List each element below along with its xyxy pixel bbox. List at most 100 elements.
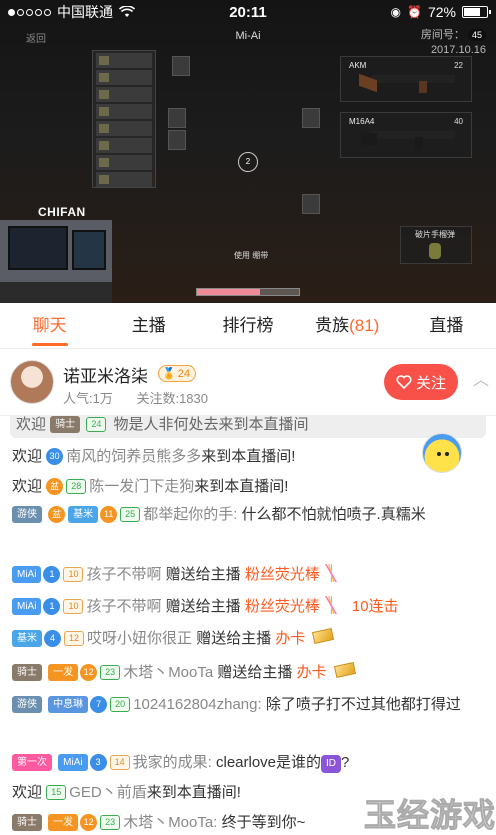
username[interactable]: 陈一发门下走狗 bbox=[89, 478, 194, 495]
gift-name: 办卡 bbox=[296, 664, 327, 681]
event-pikachu-icon[interactable] bbox=[422, 433, 462, 473]
user-level-badge: 盆 bbox=[46, 478, 64, 495]
bandage-hint: 使用 绷带 bbox=[234, 251, 269, 260]
username[interactable]: 我家的成果: bbox=[133, 754, 212, 771]
tab-nobility[interactable]: 贵族(81) bbox=[298, 303, 397, 349]
fan-badge: 25 bbox=[120, 507, 141, 522]
club-badge: 一发 bbox=[48, 664, 79, 681]
weapon-name: AKM bbox=[349, 61, 367, 70]
game-inventory-panel bbox=[92, 50, 156, 188]
tab-label: 排行榜 bbox=[222, 315, 274, 335]
username[interactable]: GED丶前盾 bbox=[69, 784, 147, 801]
health-bar bbox=[196, 288, 300, 296]
gift-name: 粉丝荧光棒 bbox=[244, 566, 320, 583]
room-info: 房间号： 45 2017.10.16 bbox=[421, 28, 486, 58]
weapon-ammo: 22 bbox=[454, 61, 463, 70]
club-level: 1 bbox=[43, 598, 61, 615]
tab-chat[interactable]: 聊天 bbox=[0, 303, 99, 349]
inventory-item bbox=[96, 87, 152, 102]
tab-ranking[interactable]: 排行榜 bbox=[198, 303, 297, 349]
club-badge: 中息琳 bbox=[48, 696, 89, 713]
grenade-name: 破片手榴弹 bbox=[415, 230, 455, 239]
club-badge: 基米 bbox=[68, 506, 99, 523]
inventory-item bbox=[96, 138, 152, 153]
noble-badge: 骑士 bbox=[12, 664, 42, 681]
tab-label: 贵族 bbox=[315, 315, 350, 335]
club-level: 4 bbox=[44, 630, 61, 647]
chat-message[interactable]: 欢迎 盆 28 陈一发门下走狗来到本直播间! bbox=[12, 474, 488, 500]
username[interactable]: 1024162804zhang: bbox=[133, 696, 261, 713]
chat-message[interactable]: 游侠 中息琳 7 20 1024162804zhang: 除了喷子打不过其他都打得过 bbox=[12, 692, 488, 718]
username[interactable]: 哎呀小妞你很正 bbox=[87, 630, 192, 647]
weapon-name: M16A4 bbox=[349, 117, 375, 126]
chat-message[interactable]: 第一次 MiAi 3 14 我家的成果: clearlove是谁的 ID? bbox=[12, 750, 488, 776]
fan-badge: 15 bbox=[46, 785, 67, 800]
anchor-avatar[interactable] bbox=[10, 360, 54, 404]
live-video-player[interactable]: 中国联通 20:11 ◉ ⏰ 72% 返回 Mi-Ai 房间号： 45 2017… bbox=[0, 0, 496, 303]
grenade-icon bbox=[429, 243, 441, 259]
inventory-item bbox=[96, 155, 152, 170]
club-level: 1 bbox=[43, 566, 61, 583]
pinned-welcome: 欢迎 骑士 24 物是人非何处去来到本直播间 bbox=[10, 416, 486, 438]
gift-name: 粉丝荧光棒 bbox=[244, 598, 320, 615]
username[interactable]: 木塔丶MooTa bbox=[123, 664, 213, 681]
welcome-prefix: 欢迎 bbox=[12, 448, 43, 465]
follower-count: 关注数:1830 bbox=[136, 391, 209, 406]
username[interactable]: 木塔丶MooTa: bbox=[123, 814, 217, 831]
desk-image bbox=[0, 282, 112, 303]
gear-slot bbox=[172, 56, 190, 76]
chat-message[interactable]: 基米 4 12 哎呀小妞你很正 赠送给主播 办卡 bbox=[12, 626, 488, 652]
chat-message[interactable]: 游侠 盆基米 11 25 都举起你的手: 什么都不怕就怕喷子.真糯米 bbox=[12, 502, 488, 528]
gift-action: 赠送给主播 bbox=[165, 566, 241, 583]
club-badge: 一发 bbox=[48, 814, 79, 831]
chat-message[interactable]: MiAi 1 10 孩子不带啊 赠送给主播 粉丝荧光棒 bbox=[12, 562, 488, 588]
anchor-level-badge: 🏅 24 bbox=[158, 365, 196, 382]
grenade-slot: 破片手榴弹 bbox=[400, 226, 472, 264]
message-text: 来到本直播间! bbox=[146, 784, 241, 801]
inventory-item bbox=[96, 53, 152, 68]
message-text: clearlove是谁的 bbox=[215, 754, 322, 771]
site-watermark: 玉经游戏 bbox=[364, 797, 496, 834]
chat-message[interactable]: 欢迎 30 南风的饲养员熊多多来到本直播间! bbox=[12, 444, 488, 470]
username[interactable]: 南风的饲养员熊多多 bbox=[66, 448, 201, 465]
noble-badge: 骑士 bbox=[12, 814, 42, 831]
fan-badge: 24 bbox=[86, 417, 107, 432]
club-badge: MiAi bbox=[12, 598, 42, 615]
chat-message[interactable]: MiAi 1 10 孩子不带啊 赠送给主播 粉丝荧光棒 10连击 bbox=[12, 594, 488, 620]
gold-card-icon bbox=[312, 628, 335, 644]
club-level: 12 bbox=[80, 664, 98, 681]
monitor-image bbox=[72, 230, 106, 270]
club-level: 3 bbox=[89, 754, 107, 771]
club-level: 12 bbox=[80, 814, 98, 831]
username[interactable]: 都举起你的手: bbox=[143, 506, 237, 523]
weapon-slot-primary: AKM 22 bbox=[340, 56, 472, 102]
fan-badge: 20 bbox=[110, 697, 131, 712]
fan-badge: 14 bbox=[109, 755, 130, 770]
battery-icon bbox=[462, 6, 491, 18]
follow-button[interactable]: 关注 bbox=[384, 364, 458, 400]
crosshair-icon: 2 bbox=[238, 152, 258, 172]
message-text-tail: ? bbox=[341, 754, 350, 771]
chat-message[interactable]: 骑士 一发 12 23 木塔丶MooTa 赠送给主播 办卡 bbox=[12, 660, 488, 686]
tab-label: 聊天 bbox=[32, 315, 67, 335]
anchor-info-bar: 诺亚米洛柒 🏅 24 人气:1万 关注数:1830 关注 ︿ bbox=[0, 350, 496, 416]
chat-list[interactable]: 欢迎 骑士 24 物是人非何处去来到本直播间 欢迎 30 南风的饲养员熊多多来到本… bbox=[0, 416, 496, 835]
gold-card-icon bbox=[333, 662, 356, 678]
room-tabs: 聊天 主播 排行榜 贵族(81) 直播 bbox=[0, 303, 496, 349]
first-time-badge: 第一次 bbox=[12, 754, 52, 771]
club-level: 11 bbox=[100, 506, 118, 523]
message-text: 来到本直播间! bbox=[201, 448, 296, 465]
glow-stick-icon bbox=[323, 564, 340, 582]
gift-action: 赠送给主播 bbox=[217, 664, 293, 681]
tab-anchor[interactable]: 主播 bbox=[99, 303, 198, 349]
message-text: 什么都不怕就怕喷子.真糯米 bbox=[241, 506, 426, 523]
popularity: 人气:1万 bbox=[63, 391, 113, 406]
username[interactable]: 孩子不带啊 bbox=[86, 566, 161, 583]
chevron-up-icon[interactable]: ︿ bbox=[470, 370, 492, 392]
id-emoji-icon: ID bbox=[321, 755, 342, 773]
tab-live[interactable]: 直播 bbox=[397, 303, 496, 349]
streamer-webcam bbox=[0, 220, 112, 303]
monitor-image bbox=[8, 226, 68, 270]
heart-plus-icon bbox=[396, 375, 412, 389]
username[interactable]: 孩子不带啊 bbox=[86, 598, 161, 615]
